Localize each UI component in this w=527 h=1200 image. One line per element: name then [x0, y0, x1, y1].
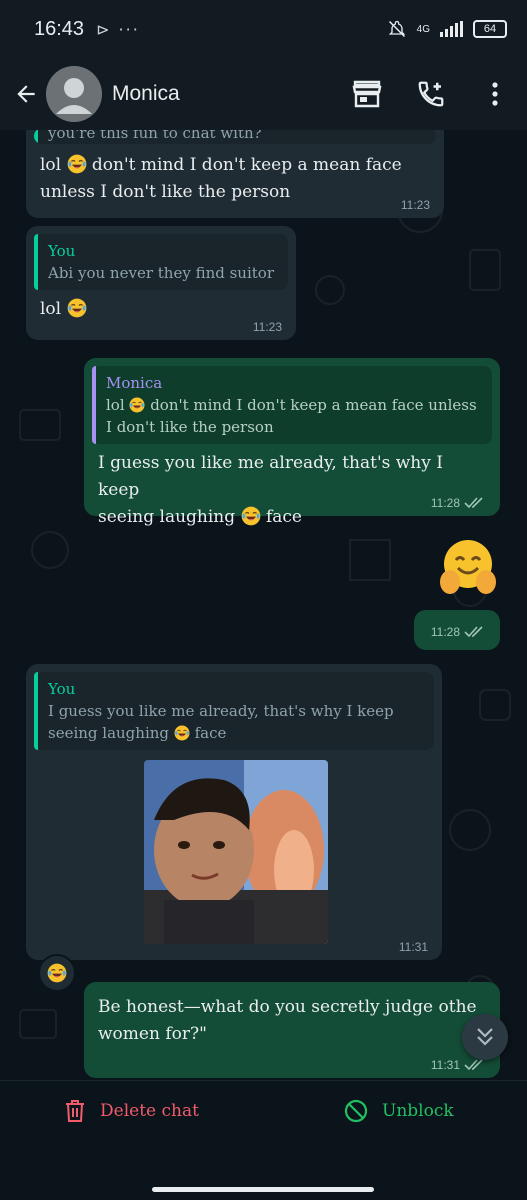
gif-image — [144, 760, 328, 944]
message-text-part: seeing laughing — [98, 507, 236, 527]
message-text-part: face — [265, 507, 302, 527]
unblock-label: Unblock — [382, 1101, 454, 1121]
more-vert-icon — [492, 82, 498, 106]
quoted-text-part: face — [194, 724, 227, 742]
blocked-contact-footer: Delete chat Unblock — [0, 1080, 527, 1200]
double-check-read-icon — [464, 626, 483, 638]
message-text-part: I guess you like me already, that's why … — [98, 453, 443, 500]
scroll-to-bottom-button[interactable] — [462, 1014, 508, 1060]
home-indicator[interactable] — [152, 1187, 374, 1192]
quoted-text: lol don't mind I don't keep a mean face … — [106, 394, 482, 438]
header-actions — [335, 66, 527, 122]
face-with-tears-of-joy-icon — [129, 397, 145, 413]
add-call-icon — [418, 81, 444, 107]
message-bubble-outgoing[interactable]: Monica lol don't mind I don't keep a mea… — [84, 358, 500, 527]
delete-chat-label: Delete chat — [100, 1101, 199, 1121]
message-text: lol don't mind I don't keep a mean face … — [34, 150, 436, 208]
contact-name[interactable]: Monica — [112, 82, 180, 106]
status-bar: 16:43 ⊳ ··· 4G 64 — [0, 0, 527, 58]
quoted-author: Monica — [106, 374, 163, 392]
quoted-text-part: I don't like the person — [106, 418, 274, 436]
message-time: 11:31 — [431, 1058, 486, 1072]
quoted-text-part: I guess you like me already, that's why … — [48, 702, 394, 720]
status-time: 16:43 — [34, 17, 85, 40]
block-icon — [344, 1099, 368, 1123]
message-reaction[interactable] — [38, 954, 76, 992]
message-bubble-outgoing[interactable]: Be honest—what do you secretly judge oth… — [84, 982, 500, 1078]
message-text-part: Be honest—what do you secretly judge oth… — [98, 997, 477, 1017]
message-text-part: lol — [40, 155, 62, 175]
face-with-tears-of-joy-icon — [67, 154, 87, 174]
battery-icon: 64 — [473, 20, 507, 38]
more-options-button[interactable] — [463, 66, 527, 122]
face-with-tears-of-joy-icon — [241, 506, 261, 526]
message-time: 11:31 — [398, 940, 428, 954]
quoted-text: you're this fun to chat with? — [48, 130, 262, 142]
double-check-read-icon — [464, 1059, 483, 1071]
back-button[interactable] — [6, 74, 46, 114]
business-store-button[interactable] — [335, 66, 399, 122]
message-time-text: 11:31 — [430, 1058, 460, 1072]
message-time-text: 11:28 — [430, 625, 460, 639]
chat-messages[interactable]: you're this fun to chat with? lol don't … — [0, 130, 527, 1080]
gif-media[interactable] — [144, 760, 328, 944]
face-with-tears-of-joy-icon — [67, 298, 87, 318]
signal-icon — [440, 21, 463, 37]
quoted-message[interactable]: you're this fun to chat with? — [34, 130, 436, 144]
message-time: 11:23 — [252, 320, 282, 334]
quoted-text: Abi you never they find suitor — [48, 264, 274, 282]
avatar[interactable] — [46, 66, 102, 122]
face-with-tears-of-joy-icon — [47, 963, 67, 983]
delete-chat-button[interactable]: Delete chat — [64, 1089, 199, 1133]
battery-level: 64 — [483, 23, 497, 35]
double-chevron-down-icon — [477, 1028, 493, 1046]
message-bubble-incoming[interactable]: You I guess you like me already, that's … — [26, 664, 442, 960]
message-time: 11:28 — [431, 496, 486, 510]
quoted-author: You — [48, 242, 76, 260]
mute-icon — [388, 20, 405, 38]
status-notification-icons: ⊳ ··· — [96, 19, 140, 39]
unblock-button[interactable]: Unblock — [344, 1089, 454, 1133]
trash-icon — [66, 1100, 84, 1122]
quoted-text: I guess you like me already, that's why … — [48, 700, 424, 744]
quoted-author: You — [48, 680, 76, 698]
quoted-text-part: lol — [106, 396, 125, 414]
quoted-message[interactable]: You I guess you like me already, that's … — [34, 672, 434, 750]
message-time: 11:23 — [400, 198, 430, 212]
default-avatar-icon — [46, 66, 102, 122]
message-text-part: women for?" — [98, 1024, 207, 1044]
back-arrow-icon — [17, 85, 35, 103]
status-right: 4G 64 — [387, 19, 507, 39]
message-bubble-incoming[interactable]: you're this fun to chat with? lol don't … — [26, 130, 444, 218]
quoted-text-part: don't mind I don't keep a mean face unle… — [150, 396, 477, 414]
message-text: I guess you like me already, that's why … — [92, 450, 492, 531]
message-time-text: 11:28 — [430, 496, 460, 510]
message-text-part: don't mind I don't keep a mean face — [91, 155, 402, 175]
double-check-read-icon — [464, 497, 483, 509]
big-emoji-message[interactable] — [436, 536, 500, 600]
message-text-part: lol — [40, 299, 62, 319]
face-with-tears-of-joy-icon — [174, 725, 190, 741]
add-call-button[interactable] — [399, 66, 463, 122]
quoted-message[interactable]: You Abi you never they find suitor — [34, 234, 288, 290]
message-text: lol — [34, 296, 288, 323]
message-bubble-incoming[interactable]: You Abi you never they find suitor lol 1… — [26, 226, 296, 340]
network-type: 4G — [416, 23, 430, 35]
message-text: Be honest—what do you secretly judge oth… — [92, 990, 492, 1052]
smiling-face-with-open-hands-icon — [440, 540, 496, 594]
message-text-part: unless I don't like the person — [40, 182, 291, 202]
store-icon — [352, 80, 382, 108]
quoted-text-part: seeing laughing — [48, 724, 170, 742]
chat-header: Monica — [0, 58, 527, 130]
message-time: 11:28 — [431, 625, 486, 639]
quoted-message[interactable]: Monica lol don't mind I don't keep a mea… — [92, 366, 492, 444]
message-bubble-outgoing[interactable]: 11:28 — [414, 610, 500, 650]
